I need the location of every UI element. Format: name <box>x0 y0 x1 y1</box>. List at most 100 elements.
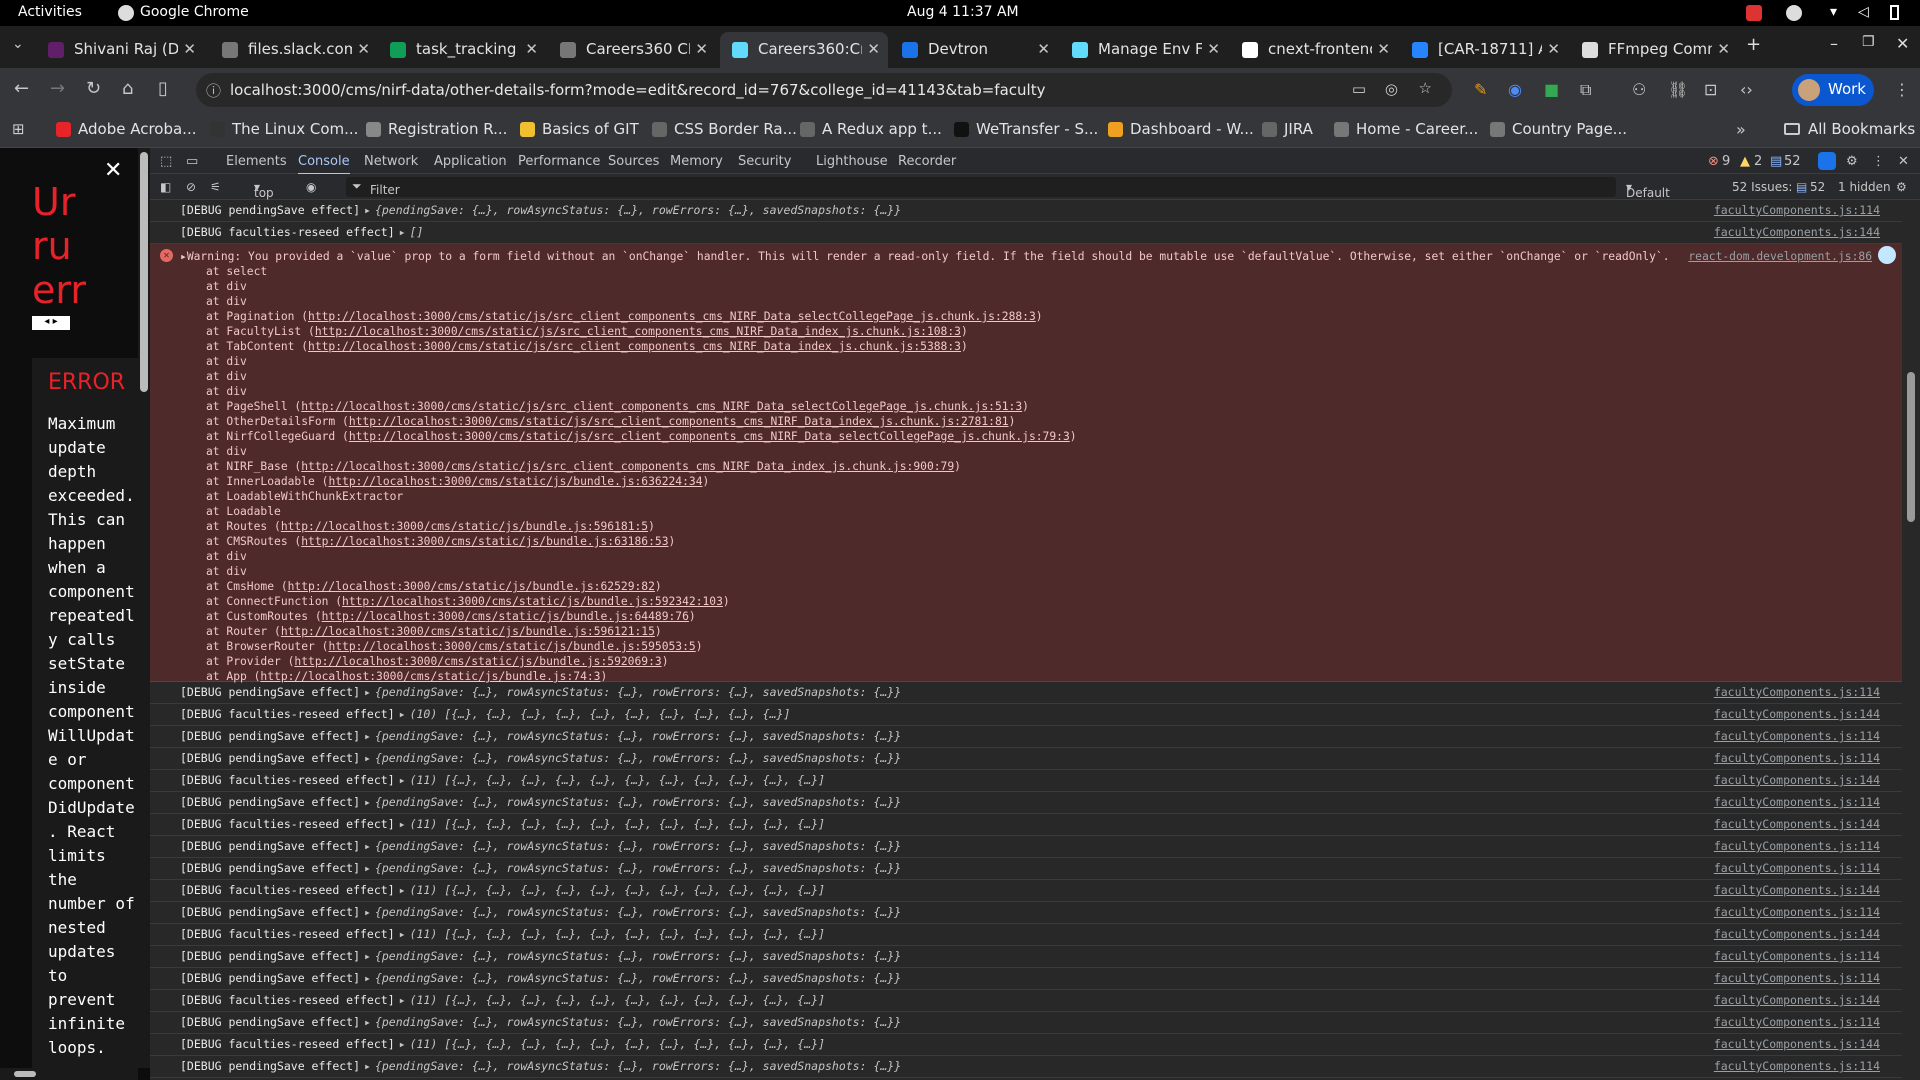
stack-frame-link[interactable]: http://localhost:3000/cms/static/js/bund… <box>301 535 668 548</box>
log-source-link[interactable]: facultyComponents.js:114 <box>1714 1059 1880 1073</box>
expand-arrow-icon[interactable]: ▸ <box>364 1059 371 1073</box>
browser-tab[interactable]: Devtron ✕ <box>890 32 1058 68</box>
pen-extension-icon[interactable]: ✎ <box>1474 80 1487 99</box>
log-source-link[interactable]: facultyComponents.js:144 <box>1714 707 1880 721</box>
expand-arrow-icon[interactable]: ▸ <box>399 927 406 941</box>
log-object-preview[interactable]: {pendingSave: {…}, rowAsyncStatus: {…}, … <box>375 905 901 919</box>
expand-arrow-icon[interactable]: ▸ <box>364 685 371 699</box>
log-object-preview[interactable]: (11) [{…}, {…}, {…}, {…}, {…}, {…}, {…},… <box>410 993 825 1007</box>
log-source-link[interactable]: facultyComponents.js:114 <box>1714 685 1880 699</box>
expand-arrow-icon[interactable]: ▸ <box>364 1015 371 1029</box>
log-source-link[interactable]: facultyComponents.js:144 <box>1714 817 1880 831</box>
inspect-element-icon[interactable]: ⬚ <box>160 154 172 169</box>
console-scrollbar[interactable] <box>1902 200 1920 1080</box>
error-count[interactable]: 9 <box>1722 154 1730 169</box>
tab-close-icon[interactable]: ✕ <box>183 40 196 58</box>
code-icon[interactable]: ‹› <box>1740 80 1753 99</box>
log-source-link[interactable]: facultyComponents.js:144 <box>1714 225 1880 239</box>
settings-gear-icon[interactable]: ⚙ <box>1846 154 1858 169</box>
bookmark-item[interactable]: Basics of GIT <box>520 120 639 138</box>
tab-close-icon[interactable]: ✕ <box>1037 40 1050 58</box>
log-source-link[interactable]: facultyComponents.js:144 <box>1714 883 1880 897</box>
log-object-preview[interactable]: {pendingSave: {…}, rowAsyncStatus: {…}, … <box>375 971 901 985</box>
tab-close-icon[interactable]: ✕ <box>867 40 880 58</box>
more-options-icon[interactable]: ⋮ <box>1872 154 1885 169</box>
console-log-row[interactable]: [DEBUG pendingSave effect] ▸ {pendingSave:… <box>150 858 1902 880</box>
chrome-menu-icon[interactable]: ⋮ <box>1894 80 1910 99</box>
clear-console-icon[interactable]: ⊘ <box>186 180 196 194</box>
console-log-row[interactable]: [DEBUG faculties-reseed effect] ▸ (11) [{…… <box>150 880 1902 902</box>
record-indicator-icon[interactable] <box>1746 5 1762 21</box>
more-bookmarks-icon[interactable]: » <box>1736 120 1746 139</box>
minimize-button[interactable]: – <box>1830 34 1838 53</box>
log-source-link[interactable]: facultyComponents.js:144 <box>1714 773 1880 787</box>
ai-assistant-icon[interactable] <box>1818 152 1836 170</box>
browser-tab[interactable]: Careers360 CM ✕ <box>548 32 716 68</box>
expand-arrow-icon[interactable]: ▸ <box>364 795 371 809</box>
console-settings-icon[interactable]: ⚙ <box>1896 180 1907 194</box>
expand-arrow-icon[interactable]: ▸ <box>399 707 406 721</box>
console-log-row[interactable]: [DEBUG pendingSave effect] ▸ {pendingSave:… <box>150 968 1902 990</box>
log-object-preview[interactable]: [] <box>410 225 424 239</box>
log-source-link[interactable]: facultyComponents.js:114 <box>1714 751 1880 765</box>
log-object-preview[interactable]: {pendingSave: {…}, rowAsyncStatus: {…}, … <box>375 1015 901 1029</box>
log-object-preview[interactable]: {pendingSave: {…}, rowAsyncStatus: {…}, … <box>375 751 901 765</box>
log-levels-dropdown[interactable]: Default levels ▾ <box>1626 180 1670 214</box>
stack-frame-link[interactable]: http://localhost:3000/cms/static/js/src_… <box>301 460 954 473</box>
close-devtools-icon[interactable]: ✕ <box>1898 154 1909 169</box>
window-close-button[interactable]: ✕ <box>1896 34 1909 53</box>
screenshot-icon[interactable]: ⊡ <box>1704 80 1717 99</box>
tab-close-icon[interactable]: ✕ <box>1717 40 1730 58</box>
new-tab-button[interactable]: + <box>1746 34 1761 55</box>
console-log-row[interactable]: [DEBUG pendingSave effect] ▸ {pendingSave:… <box>150 1012 1902 1034</box>
expand-arrow-icon[interactable]: ▸ <box>364 203 371 217</box>
console-log-row[interactable]: [DEBUG pendingSave effect] ▸ {pendingSave:… <box>150 902 1902 924</box>
apps-grid-icon[interactable]: ⊞ <box>12 120 25 138</box>
stack-frame-link[interactable]: http://localhost:3000/cms/static/js/bund… <box>294 655 661 668</box>
console-log-row[interactable]: [DEBUG faculties-reseed effect] ▸ [] facult… <box>150 222 1902 244</box>
issues-count-icon[interactable]: ▤ <box>1796 180 1807 194</box>
filter-settings-icon[interactable]: ⚟ <box>210 180 221 194</box>
bookmark-star-icon[interactable]: ☆ <box>1419 79 1432 97</box>
devtools-tab-performance[interactable]: Performance <box>518 154 600 169</box>
bookmark-item[interactable]: Home - Career... <box>1334 120 1478 138</box>
bookmark-item[interactable]: JIRA <box>1262 120 1313 138</box>
stack-frame-link[interactable]: http://localhost:3000/cms/static/js/bund… <box>322 610 689 623</box>
message-count-icon[interactable]: ▤ <box>1770 154 1782 169</box>
console-log-row[interactable]: [DEBUG faculties-reseed effect] ▸ (11) [{…… <box>150 924 1902 946</box>
browser-tab[interactable]: Shivani Raj (DM ✕ <box>36 32 204 68</box>
devtools-tab-lighthouse[interactable]: Lighthouse <box>816 154 888 169</box>
profile-button[interactable]: Work <box>1792 74 1874 106</box>
extension-green-icon[interactable]: ■ <box>1544 80 1559 99</box>
eye-off-icon[interactable]: ◎ <box>1385 80 1398 98</box>
extensions-icon[interactable]: ⧉ <box>1580 80 1591 100</box>
stack-frame-link[interactable]: http://localhost:3000/cms/static/js/bund… <box>281 520 648 533</box>
expand-arrow-icon[interactable]: ▸ <box>364 949 371 963</box>
stack-frame-link[interactable]: http://localhost:3000/cms/static/js/src_… <box>349 430 1070 443</box>
log-object-preview[interactable]: {pendingSave: {…}, rowAsyncStatus: {…}, … <box>375 685 901 699</box>
expand-arrow-icon[interactable]: ▸ <box>180 250 187 263</box>
wifi-icon[interactable]: ▾ <box>1830 4 1837 20</box>
expand-arrow-icon[interactable]: ▸ <box>399 883 406 897</box>
cast-icon[interactable]: ▭ <box>1352 80 1366 98</box>
console-log-row[interactable]: [DEBUG pendingSave effect] ▸ {pendingSave:… <box>150 200 1902 222</box>
log-object-preview[interactable]: {pendingSave: {…}, rowAsyncStatus: {…}, … <box>375 729 901 743</box>
devtools-tab-security[interactable]: Security <box>738 154 791 169</box>
log-object-preview[interactable]: {pendingSave: {…}, rowAsyncStatus: {…}, … <box>375 861 901 875</box>
devtools-tab-sources[interactable]: Sources <box>608 154 659 169</box>
scroll-thumb[interactable] <box>140 152 148 392</box>
page-vertical-scrollbar[interactable] <box>138 148 150 1068</box>
log-source-link[interactable]: facultyComponents.js:114 <box>1714 1015 1880 1029</box>
log-source-link[interactable]: facultyComponents.js:114 <box>1714 971 1880 985</box>
error-count-icon[interactable]: ⊗ <box>1708 154 1719 169</box>
log-object-preview[interactable]: {pendingSave: {…}, rowAsyncStatus: {…}, … <box>375 795 901 809</box>
bookmark-item[interactable]: Registration R... <box>366 120 507 138</box>
bookmark-item[interactable]: Dashboard - W... <box>1108 120 1254 138</box>
browser-tab[interactable]: files.slack.com ✕ <box>210 32 378 68</box>
back-icon[interactable]: ← <box>14 78 29 99</box>
tab-close-icon[interactable]: ✕ <box>1207 40 1220 58</box>
log-object-preview[interactable]: (10) [{…}, {…}, {…}, {…}, {…}, {…}, {…},… <box>410 707 791 721</box>
stack-frame-link[interactable]: http://localhost:3000/cms/static/js/src_… <box>315 325 961 338</box>
browser-tab[interactable]: [CAR-18711] A ✕ <box>1400 32 1568 68</box>
browser-tab[interactable]: task_tracking ✕ <box>378 32 546 68</box>
